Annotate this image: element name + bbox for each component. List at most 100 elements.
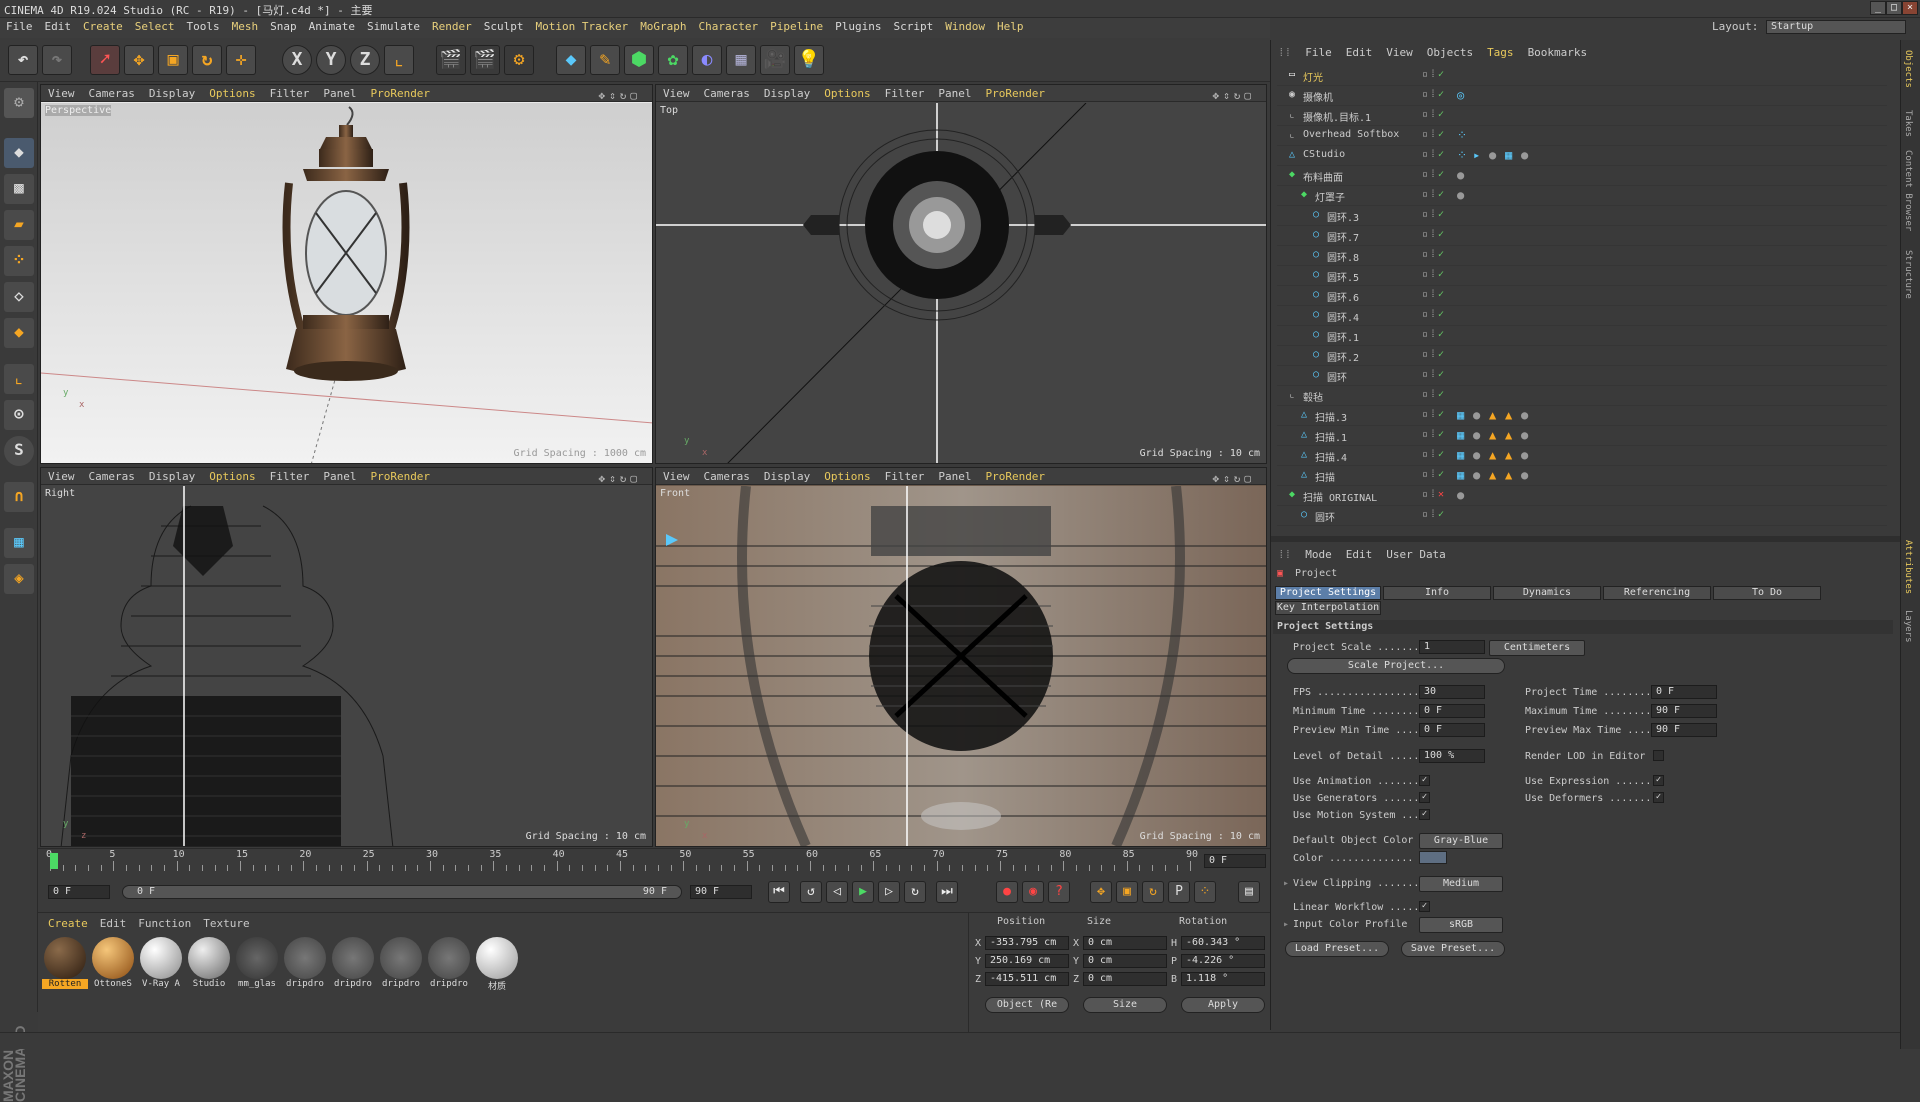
maximize-button[interactable]: □ <box>1886 1 1902 15</box>
viewport-nav-icons[interactable]: ✥⇕↻▢ <box>592 87 649 104</box>
polygons-mode-icon[interactable]: ◆ <box>4 318 34 348</box>
object-row[interactable]: ◉ 摄像机 ▫⁞✓ ◎ <box>1277 86 1887 106</box>
use-motion-checkbox[interactable]: ✓ <box>1419 809 1430 820</box>
side-tab-structure[interactable]: Structure <box>1903 250 1913 299</box>
menu-select[interactable]: Select <box>129 18 181 35</box>
tag-icon[interactable]: ▸ <box>1473 148 1489 162</box>
tag-icon[interactable]: ◎ <box>1457 88 1473 102</box>
position-y-field[interactable]: 250.169 cm <box>985 954 1069 968</box>
preview-min-field[interactable]: 0 F <box>1419 723 1485 737</box>
vp-menu-display[interactable]: Display <box>757 468 817 485</box>
render-settings-icon[interactable]: ⚙ <box>504 45 534 75</box>
visibility-toggles[interactable]: ▫⁞✓ <box>1422 429 1454 442</box>
object-row[interactable]: ○ 圆环 ▫⁞✓ <box>1277 506 1887 526</box>
go-to-end-icon[interactable]: ⏭ <box>936 881 958 903</box>
material-swatch[interactable]: dripdro <box>330 935 376 1001</box>
vp-menu-prorender[interactable]: ProRender <box>978 85 1052 102</box>
attr-menu-edit[interactable]: Edit <box>1339 546 1380 563</box>
lod-field[interactable]: 100 % <box>1419 749 1485 763</box>
rotation-p-field[interactable]: -4.226 ° <box>1181 954 1265 968</box>
use-expression-checkbox[interactable]: ✓ <box>1653 775 1664 786</box>
next-key-icon[interactable]: ↻ <box>904 881 926 903</box>
visibility-toggles[interactable]: ▫⁞✓ <box>1422 269 1454 282</box>
tag-icon[interactable]: ● <box>1489 148 1505 162</box>
menu-plugins[interactable]: Plugins <box>829 18 887 35</box>
side-tab-takes[interactable]: Takes <box>1903 110 1913 137</box>
menu-help[interactable]: Help <box>991 18 1030 35</box>
object-row[interactable]: ○ 圆环.6 ▫⁞✓ <box>1277 286 1887 306</box>
menu-mesh[interactable]: Mesh <box>226 18 265 35</box>
go-to-start-icon[interactable]: ⏮ <box>768 881 790 903</box>
mograph-cloner-icon[interactable]: ✿ <box>658 45 688 75</box>
size-mode-dropdown[interactable]: Size <box>1083 997 1167 1013</box>
apply-button[interactable]: Apply <box>1181 997 1265 1013</box>
lock-workplane-icon[interactable]: ▦ <box>4 528 34 558</box>
render-lod-checkbox[interactable] <box>1653 750 1664 761</box>
material-swatch[interactable]: 材质 <box>474 935 520 1001</box>
key-position-icon[interactable]: ✥ <box>1090 881 1112 903</box>
use-deformers-checkbox[interactable]: ✓ <box>1653 792 1664 803</box>
floor-icon[interactable]: ▦ <box>726 45 756 75</box>
tab-dynamics[interactable]: Dynamics <box>1493 586 1601 600</box>
tag-icon[interactable]: ● <box>1521 148 1537 162</box>
record-keys-icon[interactable]: ● <box>996 881 1018 903</box>
tab-to-do[interactable]: To Do <box>1713 586 1821 600</box>
material-swatch[interactable]: Studio <box>186 935 232 1001</box>
visibility-toggles[interactable]: ▫⁞✓ <box>1422 189 1454 202</box>
side-tab-objects[interactable]: Objects <box>1903 50 1913 88</box>
timeline-ruler[interactable]: 051015202530354045505560657075808590 0 F <box>38 848 1270 872</box>
light-icon[interactable]: 💡 <box>794 45 824 75</box>
vp-menu-cameras[interactable]: Cameras <box>82 85 142 102</box>
vp-menu-view[interactable]: View <box>656 468 697 485</box>
object-tags[interactable]: ◎ <box>1457 88 1473 104</box>
tag-icon[interactable]: ● <box>1521 408 1537 422</box>
tab-project-settings[interactable]: Project Settings <box>1275 586 1381 600</box>
tab-info[interactable]: Info <box>1383 586 1491 600</box>
tag-icon[interactable]: ▦ <box>1457 448 1473 462</box>
edges-mode-icon[interactable]: ◇ <box>4 282 34 312</box>
visibility-toggles[interactable]: ▫⁞✓ <box>1422 69 1454 82</box>
visibility-toggles[interactable]: ▫⁞✓ <box>1422 149 1454 162</box>
deformer-icon[interactable]: ◐ <box>692 45 722 75</box>
object-row[interactable]: ⌞ 毂毡 ▫⁞✓ <box>1277 386 1887 406</box>
menu-render[interactable]: Render <box>426 18 478 35</box>
default-color-dropdown[interactable]: Gray-Blue <box>1419 833 1503 849</box>
object-tags[interactable]: ▦ ● ▲ ▲ ● <box>1457 448 1537 464</box>
side-tab-layers[interactable]: Layers <box>1903 610 1913 643</box>
x-axis-icon[interactable]: X <box>282 45 312 75</box>
object-row[interactable]: ▭ 灯光 ▫⁞✓ <box>1277 66 1887 86</box>
planar-workplane-icon[interactable]: ◈ <box>4 564 34 594</box>
vp-menu-options[interactable]: Options <box>817 468 877 485</box>
tag-icon[interactable]: ● <box>1473 468 1489 482</box>
vp-menu-filter[interactable]: Filter <box>878 468 932 485</box>
previous-key-icon[interactable]: ↺ <box>800 881 822 903</box>
menu-script[interactable]: Script <box>888 18 940 35</box>
visibility-toggles[interactable]: ▫⁞✓ <box>1422 249 1454 262</box>
menu-motion-tracker[interactable]: Motion Tracker <box>529 18 634 35</box>
visibility-toggles[interactable]: ▫⁞✓ <box>1422 449 1454 462</box>
object-tags[interactable]: ▦ ● ▲ ▲ ● <box>1457 428 1537 444</box>
object-row[interactable]: ○ 圆环.5 ▫⁞✓ <box>1277 266 1887 286</box>
object-row[interactable]: ◆ 布料曲面 ▫⁞✓ ● <box>1277 166 1887 186</box>
vp-menu-filter[interactable]: Filter <box>263 468 317 485</box>
vp-menu-options[interactable]: Options <box>817 85 877 102</box>
viewport-top[interactable]: View Cameras Display Options Filter Panel ProR… <box>655 84 1267 464</box>
side-tab-attributes[interactable]: Attributes <box>1903 540 1913 594</box>
object-row[interactable]: △ CStudio ▫⁞✓ ⁘ ▸ ● ▦ ● <box>1277 146 1887 166</box>
minimize-button[interactable]: _ <box>1870 1 1886 15</box>
current-frame-field[interactable]: 0 F <box>1204 854 1266 868</box>
viewport-nav-icons[interactable]: ✥⇕↻▢ <box>1206 87 1263 104</box>
preview-max-field[interactable]: 90 F <box>1651 723 1717 737</box>
tag-icon[interactable]: ⁘ <box>1457 148 1473 162</box>
om-menu-tags[interactable]: Tags <box>1480 44 1521 61</box>
solo-icon[interactable]: S <box>4 436 34 466</box>
object-tags[interactable]: ⁘ <box>1457 128 1473 144</box>
save-preset-button[interactable]: Save Preset... <box>1401 941 1505 957</box>
vp-menu-view[interactable]: View <box>41 468 82 485</box>
om-menu-edit[interactable]: Edit <box>1339 44 1380 61</box>
size-y-field[interactable]: 0 cm <box>1083 954 1167 968</box>
vp-menu-display[interactable]: Display <box>142 85 202 102</box>
position-x-field[interactable]: -353.795 cm <box>985 936 1069 950</box>
visibility-toggles[interactable]: ▫⁞✓ <box>1422 229 1454 242</box>
linear-workflow-checkbox[interactable]: ✓ <box>1419 901 1430 912</box>
